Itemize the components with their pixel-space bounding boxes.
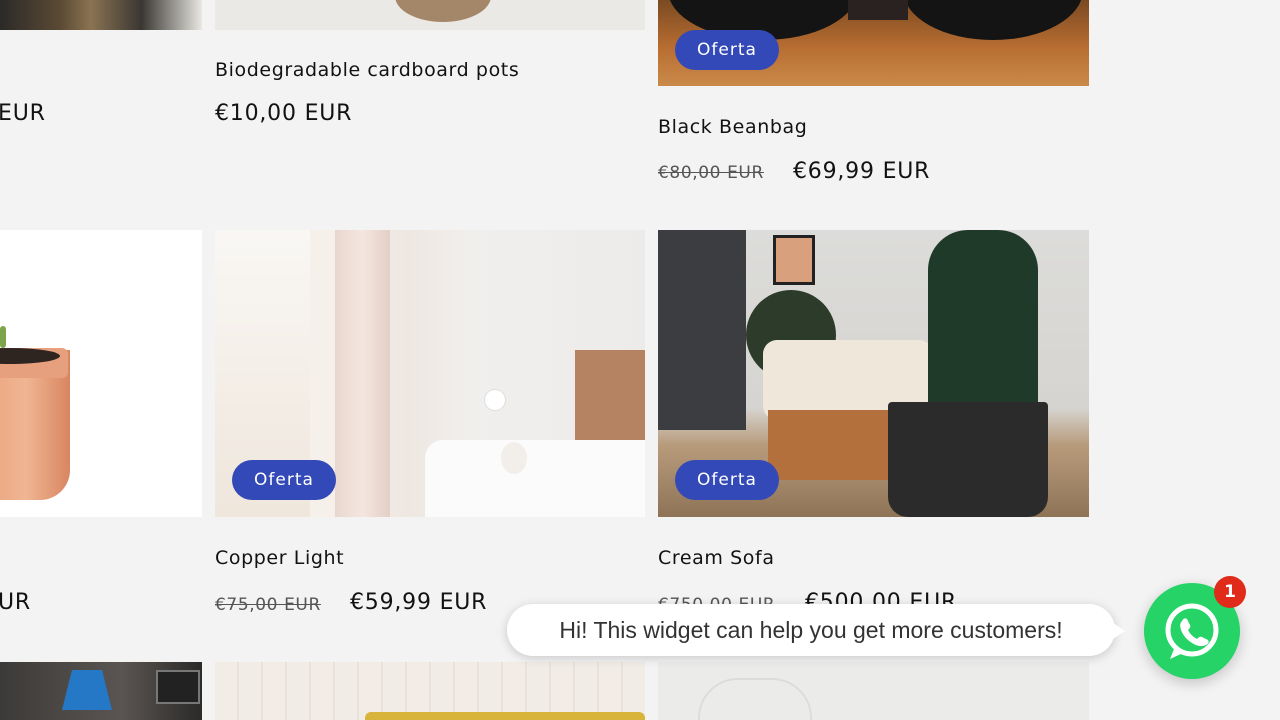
product-title-black-beanbag[interactable]: Black Beanbag	[658, 116, 807, 138]
product-price-cardboard-pots: €10,00 EUR	[215, 101, 353, 126]
product-image-terracotta-pot[interactable]	[0, 230, 202, 517]
product-image-white-headboard[interactable]	[658, 662, 1089, 720]
sale-badge-copper-light: Oferta	[232, 460, 336, 500]
product-image-yellow-bed[interactable]	[215, 662, 645, 720]
chat-prompt-text: Hi! This widget can help you get more cu…	[559, 617, 1063, 643]
unread-count-badge: 1	[1214, 576, 1246, 608]
product-title-cream-sofa[interactable]: Cream Sofa	[658, 547, 775, 569]
product-price-black-beanbag: €69,99 EUR	[793, 159, 931, 184]
product-title-copper-light[interactable]: Copper Light	[215, 547, 344, 569]
product-old-price-black-beanbag: €80,00 EUR	[658, 163, 764, 183]
product-price-copper-light: €59,99 EUR	[350, 590, 488, 615]
product-image-blue-lamp[interactable]	[0, 662, 202, 720]
sale-badge-cream-sofa: Oferta	[675, 460, 779, 500]
product-image-chair[interactable]	[0, 0, 202, 30]
product-price: EUR	[0, 101, 46, 126]
product-title-cardboard-pots[interactable]: Biodegradable cardboard pots	[215, 59, 519, 81]
product-price: UR	[0, 590, 31, 615]
chat-prompt-bubble[interactable]: Hi! This widget can help you get more cu…	[507, 604, 1125, 656]
product-image-cardboard-pots[interactable]	[215, 0, 645, 30]
sale-badge-black-beanbag: Oferta	[675, 30, 779, 70]
product-old-price-copper-light: €75,00 EUR	[215, 595, 321, 615]
